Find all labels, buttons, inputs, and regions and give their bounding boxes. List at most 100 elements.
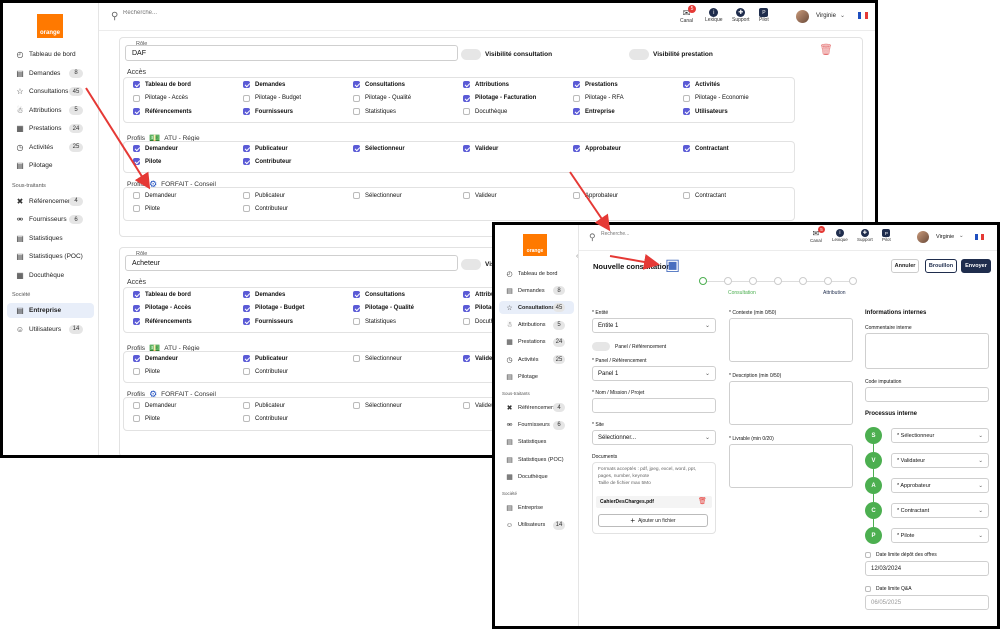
checkbox-contributeur[interactable]: Contributeur — [243, 158, 291, 165]
checkbox-box[interactable] — [133, 158, 140, 165]
checkbox-se-lectionneur[interactable]: Sélectionneur — [353, 355, 402, 362]
checkbox-box[interactable] — [573, 192, 580, 199]
checkbox-box[interactable] — [243, 205, 250, 212]
annuler-button[interactable]: Annuler — [891, 259, 919, 273]
checkbox-contractant[interactable]: Contractant — [683, 192, 726, 199]
nav-docuthe-que[interactable]: ▦ Docuthèque — [3, 268, 98, 283]
checkbox-box[interactable] — [353, 94, 360, 102]
language-flag[interactable] — [858, 12, 868, 19]
nav-pilotage[interactable]: ▤ Pilotage — [3, 158, 98, 173]
checkbox-se-lectionneur[interactable]: Sélectionneur — [353, 145, 405, 152]
checkbox-pilote[interactable]: Pilote — [133, 415, 160, 422]
checkbox-pilotage-rfa[interactable]: Pilotage - RFA — [573, 94, 624, 102]
checkbox-valideur[interactable]: Valideur — [463, 192, 497, 199]
checkbox-box[interactable] — [573, 81, 580, 88]
nav-demandes[interactable]: ▤ Demandes 8 — [3, 66, 98, 81]
nav-activite-s[interactable]: ◷ Activités 25 — [495, 353, 578, 366]
checkbox-box[interactable] — [463, 304, 470, 312]
checkbox-publicateur[interactable]: Publicateur — [243, 355, 288, 362]
checkbox-consultations[interactable]: Consultations — [353, 81, 405, 88]
contexte-textarea[interactable] — [729, 318, 853, 362]
description-textarea[interactable] — [729, 381, 853, 425]
checkbox-box[interactable] — [463, 291, 470, 298]
role-input[interactable]: Acheteur — [125, 255, 458, 271]
step-dot[interactable] — [724, 277, 732, 285]
checkbox-box[interactable] — [463, 94, 470, 102]
process-select-2[interactable]: * Approbateur ⌄ — [891, 478, 989, 493]
nav-statistiques-poc[interactable]: ▤ Statistiques (POC) — [3, 249, 98, 264]
lexique-button[interactable]: i Lexique — [832, 229, 848, 242]
visibility-consultation-toggle[interactable] — [461, 259, 481, 270]
nav-entreprise[interactable]: ▤ Entreprise — [7, 303, 94, 318]
livrable-textarea[interactable] — [729, 444, 853, 488]
step-dot[interactable] — [749, 277, 757, 285]
checkbox-box[interactable] — [353, 81, 360, 88]
checkbox-demandeur[interactable]: Demandeur — [133, 402, 176, 409]
checkbox-box[interactable] — [463, 402, 470, 409]
checkbox-approbateur[interactable]: Approbateur — [573, 192, 618, 199]
checkbox-tableau-de-bord[interactable]: Tableau de bord — [133, 291, 191, 298]
checkbox-box[interactable] — [133, 94, 140, 102]
checkbox-box[interactable] — [683, 81, 690, 88]
checkbox-box[interactable] — [243, 94, 250, 102]
checkbox-demandeur[interactable]: Demandeur — [133, 192, 176, 199]
checkbox-box[interactable] — [353, 402, 360, 409]
checkbox-box[interactable] — [243, 402, 250, 409]
checkbox-pilotage-economie[interactable]: Pilotage - Economie — [683, 94, 749, 102]
checkbox-valideur[interactable]: Valideur — [463, 145, 498, 152]
checkbox-pilotage-acce-s[interactable]: Pilotage - Accès — [133, 304, 191, 312]
add-file-button[interactable]: + Ajouter un fichier — [598, 514, 708, 527]
process-select-3[interactable]: * Contractant ⌄ — [891, 503, 989, 518]
panel-select[interactable]: Panel 1 ⌄ — [592, 366, 716, 381]
chevron-down-icon[interactable]: ⌄ — [959, 233, 964, 239]
lexique-button[interactable]: i Lexique — [705, 8, 723, 23]
checkbox-box[interactable] — [353, 318, 360, 325]
brouillon-button[interactable]: Brouillon — [925, 259, 957, 273]
entite-select[interactable]: Entite 1 ⌄ — [592, 318, 716, 333]
checkbox-pilotage-budget[interactable]: Pilotage - Budget — [243, 94, 301, 102]
nav-utilisateurs[interactable]: ☺ Utilisateurs 14 — [495, 519, 578, 532]
nav-attributions[interactable]: ☃ Attributions 5 — [495, 319, 578, 332]
nav-tableau-de-bord[interactable]: ◴ Tableau de bord — [3, 47, 98, 62]
checkbox-box[interactable] — [243, 355, 250, 362]
language-flag[interactable] — [975, 234, 984, 240]
nav-fournisseurs[interactable]: ⚮ Fournisseurs 6 — [3, 212, 98, 227]
checkbox-box[interactable] — [133, 355, 140, 362]
checkbox-pilotage-facturation[interactable]: Pilotage - Facturation — [463, 94, 536, 102]
checkbox-box[interactable] — [133, 145, 140, 152]
step-attribution[interactable]: Attribution — [823, 290, 846, 296]
checkbox-box[interactable] — [243, 145, 250, 152]
checkbox-pilotage-qualite[interactable]: Pilotage - Qualité — [353, 94, 411, 102]
checkbox-box[interactable] — [683, 108, 690, 115]
step-dot[interactable] — [849, 277, 857, 285]
checkbox-tableau-de-bord[interactable]: Tableau de bord — [133, 81, 191, 88]
checkbox-activite-s[interactable]: Activités — [683, 81, 720, 88]
checkbox-box[interactable] — [463, 318, 470, 325]
checkbox-docuthe-que[interactable]: Docuthèque — [463, 108, 507, 115]
user-name[interactable]: Virginie — [816, 13, 836, 19]
checkbox-pilotage-acce-s[interactable]: Pilotage - Accès — [133, 94, 188, 102]
checkbox-demandes[interactable]: Demandes — [243, 81, 285, 88]
step-dot[interactable] — [699, 277, 707, 285]
nav-re-fe-rencements[interactable]: ✖ Référencements 4 — [495, 401, 578, 414]
search-input[interactable] — [123, 10, 323, 16]
nav-statistiques[interactable]: ▤ Statistiques — [495, 436, 578, 449]
checkbox-box[interactable] — [353, 192, 360, 199]
checkbox-box[interactable] — [133, 205, 140, 212]
checkbox-statistiques[interactable]: Statistiques — [353, 318, 396, 325]
step-dot[interactable] — [824, 277, 832, 285]
code-input[interactable] — [865, 387, 989, 402]
nav-utilisateurs[interactable]: ☺ Utilisateurs 14 — [3, 322, 98, 337]
trash-icon[interactable]: 🗑 — [819, 43, 833, 56]
checkbox-re-fe-rencements[interactable]: Référencements — [133, 108, 192, 115]
checkbox-box[interactable] — [133, 192, 140, 199]
checkbox-box[interactable] — [133, 368, 140, 375]
nav-pilotage[interactable]: ▤ Pilotage — [495, 370, 578, 383]
nav-docuthe-que[interactable]: ▦ Docuthèque — [495, 470, 578, 483]
checkbox-box[interactable] — [243, 318, 250, 325]
checkbox-box[interactable] — [573, 145, 580, 152]
checkbox-box[interactable] — [353, 291, 360, 298]
checkbox-box[interactable] — [463, 192, 470, 199]
nav-statistiques[interactable]: ▤ Statistiques — [3, 231, 98, 246]
checkbox-box[interactable] — [243, 192, 250, 199]
